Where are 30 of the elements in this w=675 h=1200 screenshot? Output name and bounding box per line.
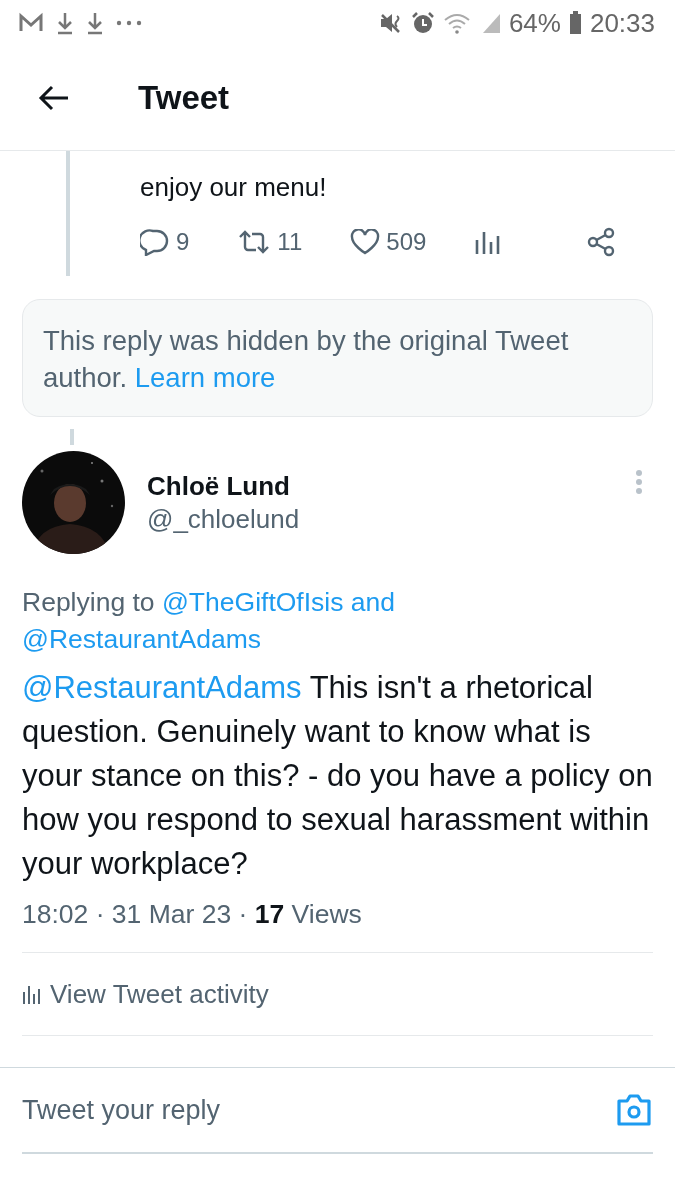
tweet-text: @RestaurantAdams This isn't a rhetorical question. Genuinely want to know what is your stance on this? - do you have a policy on how you respond to sexual harassment within your workplace? bbox=[22, 669, 653, 883]
bar-chart-icon bbox=[22, 984, 42, 1004]
reply-button[interactable]: 9 bbox=[140, 228, 190, 256]
tweet-timestamp: 18:02 · 31 Mar 23 · 17 Views bbox=[22, 898, 363, 931]
signal-icon bbox=[480, 12, 501, 34]
download-icon bbox=[86, 11, 104, 35]
like-button[interactable]: 509 bbox=[350, 228, 427, 256]
retweet-icon bbox=[237, 229, 272, 255]
speech-bubble-icon bbox=[140, 228, 170, 256]
mail-icon bbox=[18, 12, 44, 34]
author-name: Chloë Lund bbox=[147, 470, 291, 502]
battery-icon bbox=[568, 11, 582, 35]
reply-input-field[interactable]: Tweet your reply bbox=[22, 1094, 615, 1126]
tweet-text: enjoy our menu! bbox=[140, 171, 328, 204]
share-icon[interactable] bbox=[586, 227, 617, 257]
replying-to-text: Replying to @TheGiftOfIsis and @RestaurantAdams bbox=[22, 586, 397, 656]
back-arrow-icon bbox=[38, 84, 70, 112]
alarm-icon bbox=[410, 11, 435, 35]
clock: 20:33 bbox=[589, 7, 655, 39]
notice-text: This reply was hidden by the original Tweet author. Learn more bbox=[43, 324, 570, 395]
page-title: Tweet bbox=[138, 79, 230, 117]
camera-icon[interactable] bbox=[615, 1093, 653, 1127]
bar-chart-icon[interactable] bbox=[474, 230, 501, 254]
author-handle: @_chloelund bbox=[147, 503, 301, 535]
battery-percentage: 64% bbox=[508, 7, 561, 39]
more-icon bbox=[116, 20, 142, 26]
retweet-button[interactable]: 11 bbox=[237, 228, 303, 256]
view-activity-button[interactable]: View Tweet activity bbox=[22, 978, 269, 1010]
download-icon bbox=[56, 11, 74, 35]
heart-icon bbox=[350, 229, 381, 255]
